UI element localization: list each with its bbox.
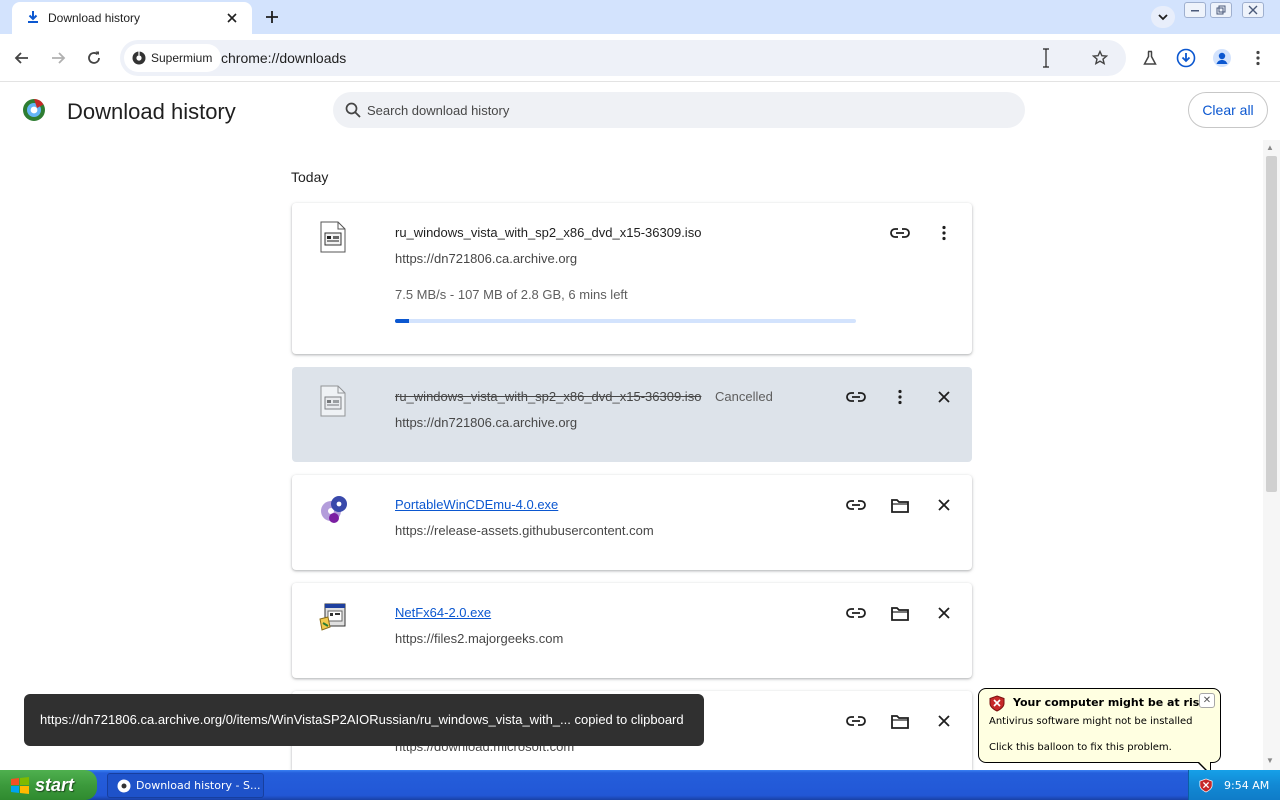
download-item: ru_windows_vista_with_sp2_x86_dvd_x15-36… (292, 367, 972, 462)
remove-from-list-icon[interactable] (930, 707, 958, 735)
balloon-close-icon[interactable]: ✕ (1199, 693, 1215, 708)
supermium-logo-icon (132, 51, 146, 65)
menu-dots-icon[interactable] (1246, 46, 1270, 70)
site-info-chip[interactable]: Supermium (124, 44, 222, 72)
download-item: PortableWinCDEmu-4.0.exe https://release… (292, 475, 972, 570)
taskbar-button-download-history[interactable]: Download history - S... (107, 773, 264, 798)
browser-app-icon (117, 779, 131, 792)
remove-from-list-icon[interactable] (930, 491, 958, 519)
section-label-today: Today (291, 169, 329, 185)
download-filename: ru_windows_vista_with_sp2_x86_dvd_x15-36… (395, 389, 702, 404)
copy-link-icon[interactable] (842, 707, 870, 735)
scroll-up-arrow-icon[interactable]: ▲ (1266, 143, 1274, 152)
iso-file-icon (320, 385, 346, 417)
close-window-icon[interactable] (1242, 2, 1264, 18)
scroll-down-arrow-icon[interactable]: ▼ (1266, 756, 1274, 765)
remove-from-list-icon[interactable] (930, 599, 958, 627)
download-source-url[interactable]: https://files2.majorgeeks.com (395, 631, 563, 646)
security-warning-balloon[interactable]: Your computer might be at risk ✕ Antivir… (978, 688, 1221, 776)
search-box[interactable] (333, 92, 1025, 128)
security-alert-tray-icon[interactable] (1199, 778, 1213, 793)
download-icon (28, 11, 38, 23)
download-progress-fill (395, 319, 409, 323)
download-source-url[interactable]: https://dn721806.ca.archive.org (395, 251, 577, 266)
forward-arrow-icon[interactable] (46, 46, 70, 70)
more-actions-icon[interactable] (886, 383, 914, 411)
copy-link-icon[interactable] (842, 383, 870, 411)
tab-search-chevron-icon[interactable] (1151, 6, 1175, 28)
remove-from-list-icon[interactable] (930, 383, 958, 411)
scrollbar-thumb[interactable] (1266, 156, 1277, 492)
new-tab-icon[interactable] (262, 7, 282, 27)
installer-app-icon (319, 603, 346, 631)
text-cursor-icon (1043, 48, 1049, 68)
show-in-folder-icon[interactable] (886, 491, 914, 519)
windows-flag-icon (11, 777, 29, 794)
reload-icon[interactable] (82, 46, 106, 70)
download-progress-bar (395, 319, 856, 323)
site-chip-label: Supermium (151, 51, 213, 65)
downloads-page-logo-icon (23, 99, 45, 121)
profile-avatar-icon[interactable] (1210, 46, 1234, 70)
download-filename: ru_windows_vista_with_sp2_x86_dvd_x15-36… (395, 225, 702, 240)
copy-link-icon[interactable] (886, 219, 914, 247)
copy-link-icon[interactable] (842, 491, 870, 519)
bookmark-star-icon[interactable] (1088, 46, 1112, 70)
windows-taskbar: start Download history - S... 9:54 AM (0, 770, 1280, 800)
close-tab-icon[interactable] (222, 8, 242, 28)
start-label: start (35, 774, 75, 795)
balloon-title: Your computer might be at risk (1013, 696, 1207, 709)
download-item: NetFx64-2.0.exe https://files2.majorgeek… (292, 583, 972, 678)
balloon-message-line-2: Click this balloon to fix this problem. (989, 742, 1172, 753)
download-source-url[interactable]: https://dn721806.ca.archive.org (395, 415, 577, 430)
back-arrow-icon[interactable] (10, 46, 34, 70)
address-bar[interactable]: Supermium chrome://downloads (120, 40, 1126, 76)
wincdemu-app-icon (321, 496, 347, 523)
clear-all-button[interactable]: Clear all (1188, 92, 1268, 128)
balloon-message-line-1: Antivirus software might not be installe… (989, 716, 1193, 727)
page-title: Download history (67, 99, 236, 124)
taskbar-button-label: Download history - S... (136, 779, 261, 792)
tab-title: Download history (48, 11, 141, 25)
system-tray: 9:54 AM (1188, 770, 1280, 800)
tab-strip: Download history (0, 0, 1280, 34)
url-text[interactable]: chrome://downloads (221, 50, 346, 66)
iso-file-icon (320, 221, 346, 253)
download-status-label: Cancelled (715, 389, 773, 404)
copy-link-icon[interactable] (842, 599, 870, 627)
start-button[interactable]: start (0, 770, 97, 800)
download-progress-text: 7.5 MB/s - 107 MB of 2.8 GB, 6 mins left (395, 287, 628, 302)
labs-flask-icon[interactable] (1138, 46, 1162, 70)
downloads-toolbar-icon[interactable] (1174, 46, 1198, 70)
download-source-url[interactable]: https://release-assets.githubusercontent… (395, 523, 654, 538)
toast-message: https://dn721806.ca.archive.org/0/items/… (40, 712, 684, 727)
more-actions-icon[interactable] (930, 219, 958, 247)
show-in-folder-icon[interactable] (886, 707, 914, 735)
search-input[interactable] (367, 92, 1007, 128)
restore-window-icon[interactable] (1210, 2, 1232, 18)
browser-toolbar: Supermium chrome://downloads (0, 34, 1280, 82)
download-filename-link[interactable]: NetFx64-2.0.exe (395, 605, 491, 620)
download-item: ru_windows_vista_with_sp2_x86_dvd_x15-36… (292, 203, 972, 354)
minimize-window-icon[interactable] (1184, 2, 1206, 18)
search-icon (345, 102, 361, 118)
copied-to-clipboard-toast: https://dn721806.ca.archive.org/0/items/… (24, 694, 704, 746)
tray-clock: 9:54 AM (1224, 779, 1270, 792)
tab-download-history[interactable]: Download history (12, 2, 252, 34)
security-shield-icon (989, 695, 1005, 712)
download-filename-link[interactable]: PortableWinCDEmu-4.0.exe (395, 497, 558, 512)
show-in-folder-icon[interactable] (886, 599, 914, 627)
